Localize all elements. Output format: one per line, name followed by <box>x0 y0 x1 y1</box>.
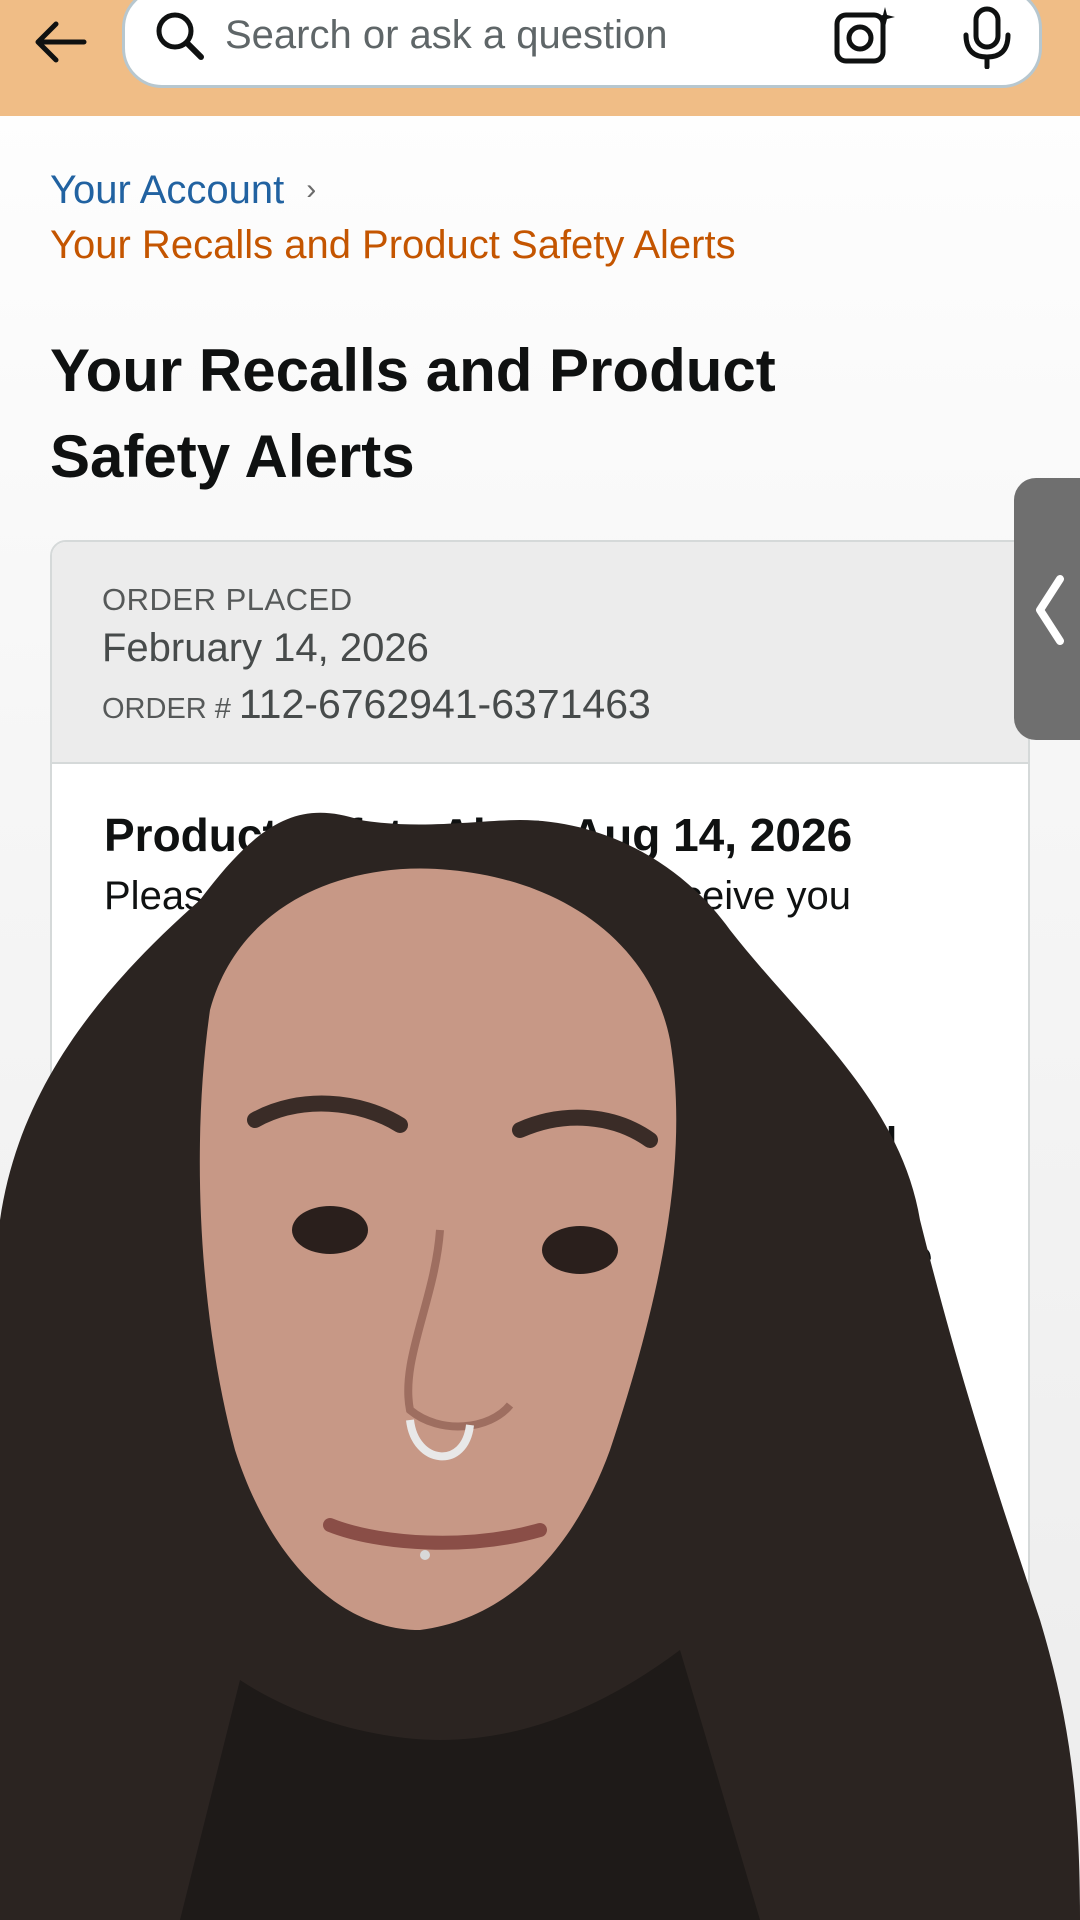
app-screen: Search or ask a question Your Account › Y… <box>0 0 1080 1920</box>
camera-person-overlay <box>0 812 1080 1920</box>
